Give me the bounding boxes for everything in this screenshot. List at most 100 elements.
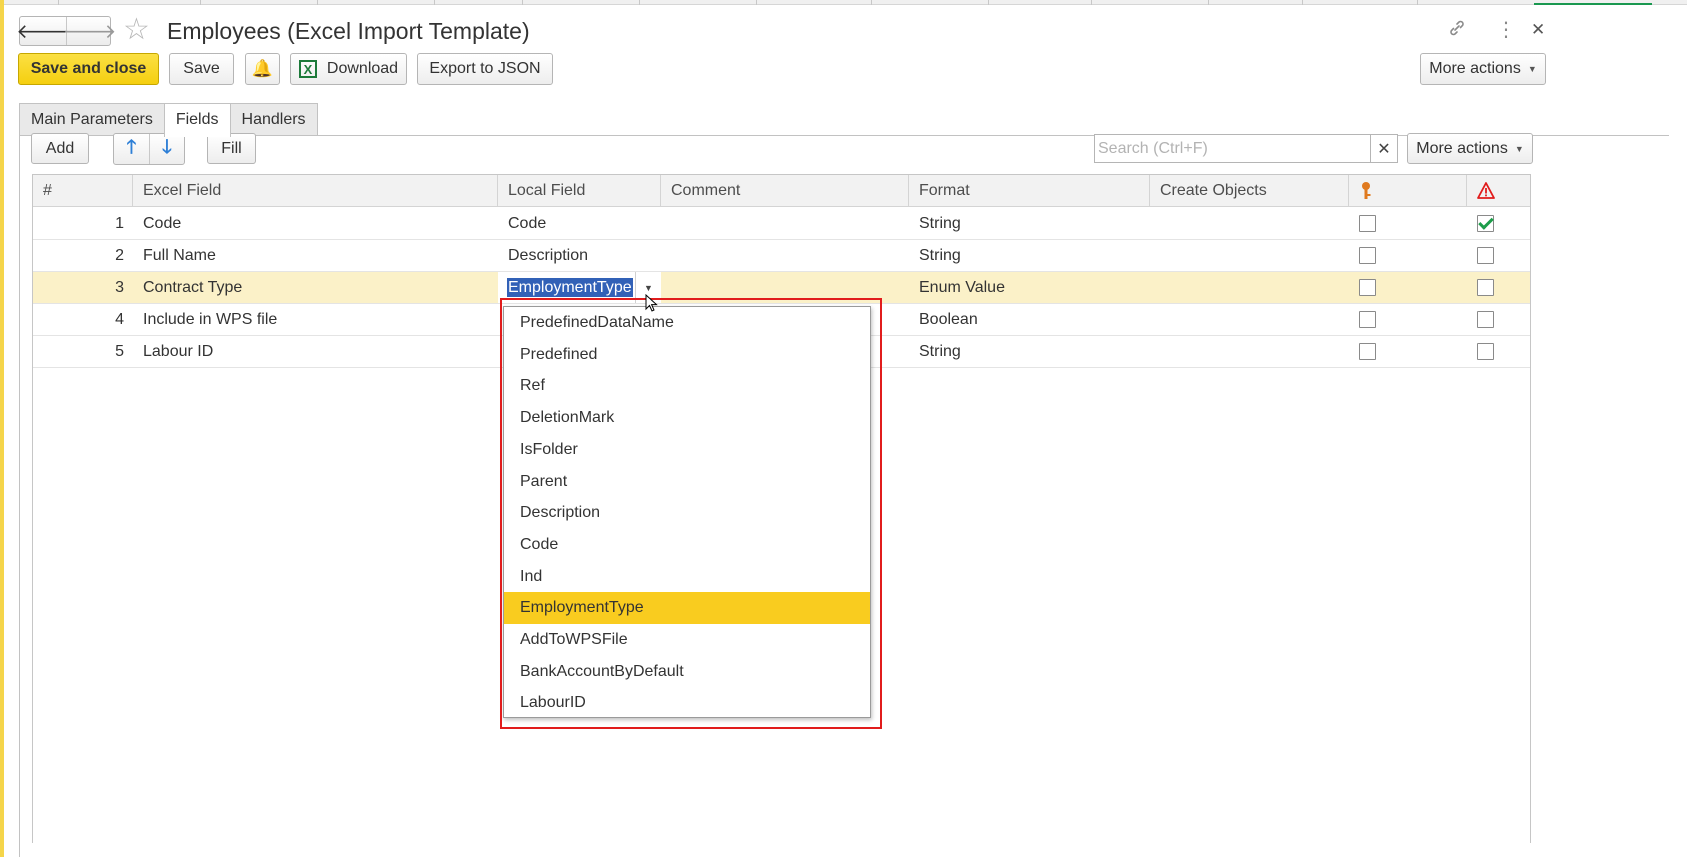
excel-field-cell[interactable]: Contract Type [133, 272, 242, 303]
warning-icon [1477, 182, 1495, 200]
comment-cell[interactable] [661, 208, 671, 239]
column-header-excel-field[interactable]: Excel Field [133, 175, 498, 207]
caret-down-icon: ▼ [1514, 143, 1524, 154]
move-up-button[interactable]: 🡑 [114, 134, 149, 164]
kebab-icon[interactable]: ⋮ [1496, 18, 1516, 42]
required-checkbox[interactable] [1477, 279, 1494, 296]
tab-separator [58, 0, 59, 5]
column-header-format[interactable]: Format [909, 175, 1150, 207]
more-actions-label: More actions [1429, 60, 1521, 77]
tab-separator [200, 0, 201, 5]
column-header-required[interactable] [1467, 175, 1530, 207]
key-checkbox[interactable] [1359, 279, 1376, 296]
required-checkbox[interactable] [1477, 311, 1494, 328]
fill-button[interactable]: Fill [207, 133, 256, 164]
download-label: Download [326, 60, 399, 77]
link-icon[interactable] [1447, 18, 1467, 44]
required-checkbox[interactable] [1477, 215, 1494, 232]
column-header-create-objects[interactable]: Create Objects [1150, 175, 1349, 207]
move-down-button[interactable]: 🡓 [149, 134, 184, 164]
local-field-cell[interactable]: Code [498, 208, 546, 239]
local-field-input[interactable]: EmploymentType [507, 278, 633, 297]
dropdown-option[interactable]: IsFolder [504, 434, 870, 466]
format-cell[interactable]: String [909, 240, 961, 271]
dropdown-option[interactable]: Parent [504, 466, 870, 498]
tab-separator [756, 0, 757, 5]
save-and-close-button[interactable]: Save and close [18, 53, 159, 85]
dropdown-option[interactable]: DeletionMark [504, 402, 870, 434]
dropdown-option[interactable]: Ref [504, 370, 870, 402]
required-checkbox[interactable] [1477, 247, 1494, 264]
close-icon[interactable]: ✕ [1531, 18, 1545, 42]
tab-main-parameters[interactable]: Main Parameters [19, 103, 165, 136]
column-header-local-field[interactable]: Local Field [498, 175, 661, 207]
create-objects-cell[interactable] [1150, 336, 1160, 367]
row-number: 4 [115, 311, 124, 328]
tab-separator [1208, 0, 1209, 5]
row-number: 5 [115, 343, 124, 360]
fields-more-actions-button[interactable]: More actions ▼ [1407, 133, 1533, 164]
forward-button[interactable]: 🡒 [63, 17, 116, 45]
export-json-button[interactable]: Export to JSON [417, 53, 553, 85]
tab-handlers[interactable]: Handlers [229, 103, 318, 136]
tab-fields[interactable]: Fields [163, 103, 231, 137]
dropdown-option[interactable]: Ind [504, 561, 870, 593]
row-number: 3 [115, 279, 124, 296]
active-tab-indicator [1534, 3, 1652, 5]
format-cell[interactable]: Enum Value [909, 272, 1005, 303]
dropdown-option[interactable]: Code [504, 529, 870, 561]
create-objects-cell[interactable] [1150, 272, 1160, 303]
dropdown-option[interactable]: Description [504, 497, 870, 529]
key-checkbox[interactable] [1359, 215, 1376, 232]
row-number: 2 [115, 247, 124, 264]
format-cell[interactable]: Boolean [909, 304, 978, 335]
create-objects-cell[interactable] [1150, 208, 1160, 239]
dropdown-option-selected[interactable]: EmploymentType [504, 592, 870, 624]
comment-cell[interactable] [661, 272, 671, 303]
required-checkbox[interactable] [1477, 343, 1494, 360]
dropdown-option[interactable]: AddToWPSFile [504, 624, 870, 656]
mouse-cursor-icon [645, 294, 658, 312]
download-button[interactable]: X Download [290, 53, 407, 85]
table-row[interactable]: 2 Full Name Description String [33, 240, 1530, 272]
caret-down-icon: ▼ [1527, 64, 1537, 74]
back-button[interactable]: 🡐 [16, 17, 70, 45]
excel-field-cell[interactable]: Full Name [133, 240, 216, 271]
clear-search-button[interactable]: ✕ [1370, 135, 1397, 162]
key-checkbox[interactable] [1359, 343, 1376, 360]
key-checkbox[interactable] [1359, 247, 1376, 264]
dropdown-option[interactable]: Predefined [504, 339, 870, 371]
table-row[interactable]: 1 Code Code String [33, 208, 1530, 240]
local-field-cell[interactable]: Description [498, 240, 588, 271]
save-button[interactable]: Save [169, 53, 234, 85]
page-title: Employees (Excel Import Template) [167, 18, 530, 44]
create-objects-cell[interactable] [1150, 304, 1160, 335]
star-icon[interactable]: ☆ [123, 13, 150, 47]
search-input[interactable] [1095, 135, 1370, 162]
dropdown-option[interactable]: BankAccountByDefault [504, 656, 870, 688]
format-cell[interactable]: String [909, 336, 961, 367]
add-button[interactable]: Add [31, 133, 89, 164]
create-objects-cell[interactable] [1150, 240, 1160, 271]
table-row-selected[interactable]: 3 Contract Type EmploymentType ▼ Enum Va… [33, 272, 1530, 304]
arrow-down-icon: 🡓 [162, 137, 172, 158]
more-actions-button[interactable]: More actions ▼ [1420, 53, 1546, 85]
column-header-comment[interactable]: Comment [661, 175, 909, 207]
arrow-up-icon: 🡑 [126, 137, 137, 158]
dropdown-option[interactable]: PredefinedDataName [504, 307, 870, 339]
excel-field-cell[interactable]: Include in WPS file [133, 304, 277, 335]
title-bar: 🡐 🡒 ☆ Employees (Excel Import Template) … [16, 13, 1669, 48]
notification-button[interactable]: 🔔 [245, 53, 280, 85]
excel-field-cell[interactable]: Code [133, 208, 181, 239]
comment-cell[interactable] [661, 240, 671, 271]
dropdown-option[interactable]: LabourID [504, 687, 870, 719]
left-accent-bar [0, 0, 4, 857]
tab-bar: Main Parameters Fields Handlers [19, 103, 318, 137]
caret-down-icon: ▼ [644, 282, 653, 293]
key-checkbox[interactable] [1359, 311, 1376, 328]
close-icon: ✕ [1377, 140, 1391, 158]
column-header-number[interactable]: # [33, 175, 133, 207]
format-cell[interactable]: String [909, 208, 961, 239]
column-header-key[interactable] [1349, 175, 1467, 207]
excel-field-cell[interactable]: Labour ID [133, 336, 213, 367]
